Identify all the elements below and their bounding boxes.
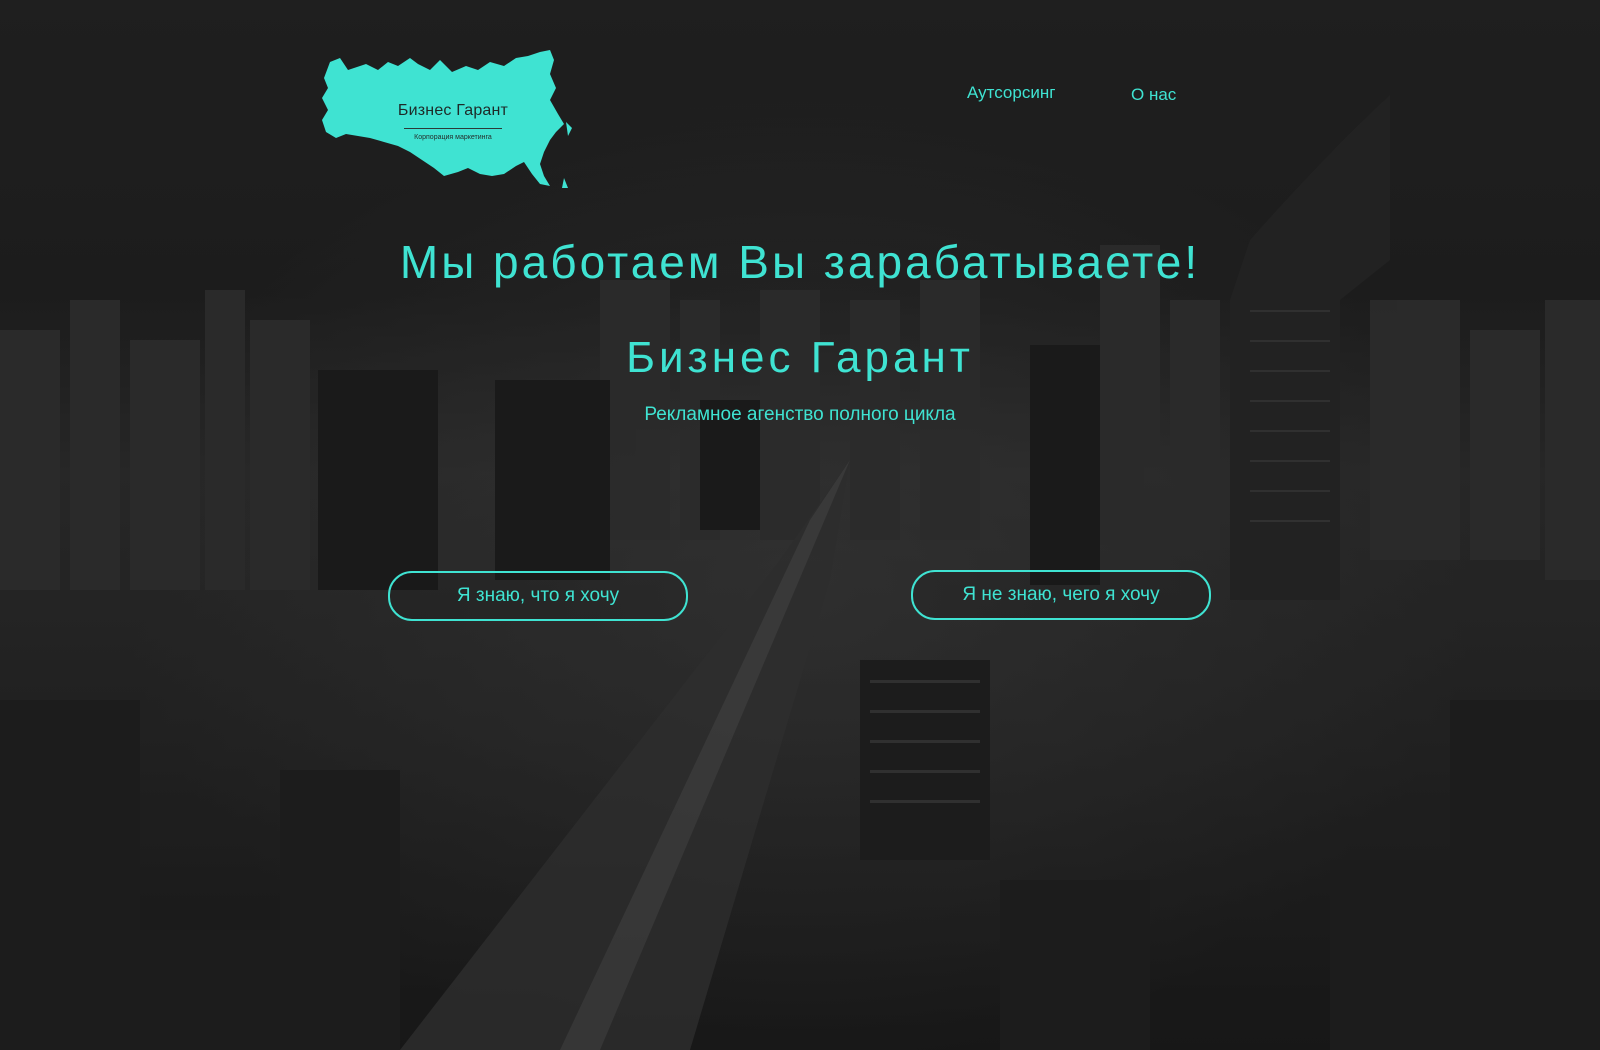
hero-brand-title: Бизнес Гарант bbox=[626, 333, 974, 382]
hero-tagline: Рекламное агенство полного цикла bbox=[644, 404, 956, 425]
city-skyline bbox=[0, 0, 1600, 1050]
i-dont-know-what-i-want-button[interactable]: Я не знаю, чего я хочу bbox=[911, 570, 1211, 620]
landing-page: Бизнес Гарант Корпорация маркетинга Аутс… bbox=[0, 0, 1600, 1050]
i-know-what-i-want-button[interactable]: Я знаю, что я хочу bbox=[388, 571, 688, 621]
logo-title: Бизнес Гарант bbox=[397, 102, 509, 119]
logo-divider bbox=[404, 128, 502, 129]
nav-about-link[interactable]: О нас bbox=[1131, 85, 1176, 105]
city-background-image bbox=[0, 0, 1600, 1050]
nav-outsourcing-link[interactable]: Аутсорсинг bbox=[967, 83, 1055, 103]
logo[interactable]: Бизнес Гарант Корпорация маркетинга bbox=[318, 48, 572, 190]
logo-subtitle: Корпорация маркетинга bbox=[414, 134, 492, 141]
hero-headline: Мы работаем Вы зарабатываете! bbox=[399, 236, 1201, 288]
